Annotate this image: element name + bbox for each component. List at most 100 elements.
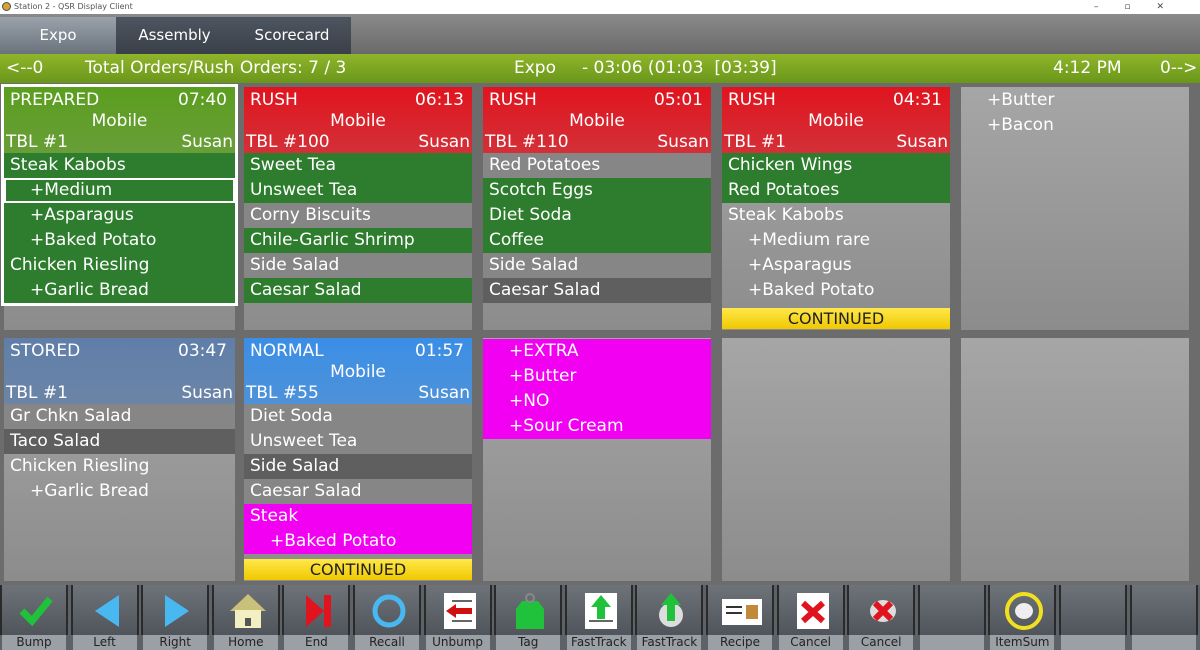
toolbar-button-empty[interactable] [1059, 585, 1127, 650]
modifier-item[interactable]: +Butter [483, 364, 711, 389]
toolbar-button-recipe[interactable]: Recipe [706, 585, 774, 650]
arrow-right-icon [165, 595, 190, 627]
order-type: Mobile [808, 111, 864, 131]
modifier-item[interactable]: +Garlic Bread [4, 278, 235, 303]
next-page-button[interactable]: 0--> [1160, 54, 1197, 83]
order-item[interactable]: Chicken Wings [722, 153, 950, 178]
order-item[interactable]: Side Salad [244, 454, 472, 479]
order-item[interactable]: Diet Soda [483, 203, 711, 228]
order-column[interactable]: +Butter +Bacon [961, 87, 1189, 330]
order-item[interactable]: Chicken Riesling [4, 253, 235, 278]
order-item[interactable]: Caesar Salad [483, 278, 711, 303]
order-item[interactable]: Chile-Garlic Shrimp [244, 228, 472, 253]
modifier-item[interactable]: +Asparagus [4, 203, 235, 228]
toolbar-button-end[interactable]: End [282, 585, 351, 650]
order-column[interactable] [722, 338, 950, 581]
order-column[interactable]: RUSH 06:13 Mobile TBL #100 Susan Sweet Tea Uns… [244, 87, 472, 330]
modifier-item[interactable]: +Baked Potato [722, 278, 950, 303]
toolbar-button-label: Recall [355, 635, 419, 650]
order-item[interactable]: Unsweet Tea [244, 178, 472, 203]
order-card[interactable]: RUSH 05:01 Mobile TBL #110 Susan Red Potatoes… [483, 87, 711, 303]
toolbar-button-fasttrack[interactable]: FastTrack [564, 585, 633, 650]
modifier-item[interactable]: +EXTRA [483, 339, 711, 364]
order-item[interactable]: Side Salad [483, 253, 711, 278]
modifier-item[interactable]: +Medium [4, 178, 235, 203]
tab-scorecard[interactable]: Scorecard [233, 17, 351, 54]
order-column[interactable]: NORMAL 01:57 Mobile TBL #55 Susan Diet Soda Un… [244, 338, 472, 581]
order-item[interactable]: Coffee [483, 228, 711, 253]
order-item[interactable]: Gr Chkn Salad [4, 404, 235, 429]
toolbar-button-right[interactable]: Right [141, 585, 210, 650]
order-status: NORMAL [250, 341, 324, 361]
order-column[interactable]: PREPARED 07:40 Mobile TBL #1 Susan Steak Kabo… [1, 84, 238, 330]
order-column[interactable]: RUSH 04:31 Mobile TBL #1 Susan Chicken Wings R… [722, 87, 950, 330]
order-item[interactable]: Caesar Salad [244, 479, 472, 504]
order-item[interactable]: Unsweet Tea [244, 429, 472, 454]
order-card[interactable]: +EXTRA +Butter +NO +Sour Cream [483, 338, 711, 439]
order-column[interactable]: +EXTRA +Butter +NO +Sour Cream [483, 338, 711, 581]
order-item[interactable]: Diet Soda [244, 404, 472, 429]
order-item[interactable]: Red Potatoes [483, 153, 711, 178]
recall-icon [372, 594, 406, 628]
toolbar-button-fasttrack[interactable]: FastTrack [635, 585, 704, 650]
order-column[interactable] [961, 338, 1189, 581]
window-controls[interactable]: –▫✕ [1094, 0, 1190, 14]
tab-assembly[interactable]: Assembly [116, 17, 233, 54]
order-card[interactable]: RUSH 04:31 Mobile TBL #1 Susan Chicken Wings R… [722, 87, 950, 303]
order-type: Mobile [330, 362, 386, 382]
toolbar-button-itemsum[interactable]: ItemSum [988, 585, 1057, 650]
modifier-item[interactable]: +Butter [961, 88, 1189, 113]
modifier-item[interactable]: +Garlic Bread [4, 479, 235, 504]
order-card[interactable]: STORED 03:47 TBL #1 Susan Gr Chkn Salad Taco … [4, 338, 235, 504]
order-column[interactable]: RUSH 05:01 Mobile TBL #110 Susan Red Potatoes… [483, 87, 711, 330]
order-item[interactable]: Chicken Riesling [4, 454, 235, 479]
order-card[interactable]: +Butter +Bacon [961, 87, 1189, 138]
order-item[interactable]: Steak Kabobs [4, 153, 235, 178]
order-timer: 06:13 [415, 90, 464, 110]
order-header: RUSH 06:13 Mobile TBL #100 Susan [244, 87, 472, 153]
prev-page-button[interactable]: <--0 [6, 54, 43, 83]
modifier-item[interactable]: +Baked Potato [244, 529, 472, 554]
order-item[interactable]: Taco Salad [4, 429, 235, 454]
order-timer: 04:31 [893, 90, 942, 110]
order-item[interactable]: Side Salad [244, 253, 472, 278]
toolbar-button-cancel[interactable]: Cancel [776, 585, 845, 650]
toolbar-button-left[interactable]: Left [70, 585, 139, 650]
modifier-item[interactable]: +Sour Cream [483, 414, 711, 439]
toolbar-button-label: Home [213, 635, 278, 650]
check-icon [19, 596, 53, 627]
order-item[interactable]: Sweet Tea [244, 153, 472, 178]
order-item[interactable]: Steak Kabobs [722, 203, 950, 228]
order-server: Susan [418, 132, 470, 152]
modifier-item[interactable]: +Medium rare [722, 228, 950, 253]
tab-expo[interactable]: Expo [0, 17, 116, 54]
order-status: RUSH [250, 90, 298, 110]
order-header: NORMAL 01:57 Mobile TBL #55 Susan [244, 338, 472, 404]
order-type: Mobile [330, 111, 386, 131]
toolbar-button-label: Cancel [849, 635, 914, 650]
order-server: Susan [181, 383, 233, 403]
modifier-item[interactable]: +NO [483, 389, 711, 414]
toolbar-button-tag[interactable]: Tag [494, 585, 563, 650]
order-item[interactable]: Steak [244, 504, 472, 529]
modifier-item[interactable]: +Bacon [961, 113, 1189, 138]
order-item[interactable]: Corny Biscuits [244, 203, 472, 228]
order-item[interactable]: Red Potatoes [722, 178, 950, 203]
order-item[interactable]: Scotch Eggs [483, 178, 711, 203]
order-table: TBL #1 [6, 383, 68, 403]
modifier-item[interactable]: +Asparagus [722, 253, 950, 278]
toolbar: Bump Left Right Home End Recall Unbump Tag FastT… [0, 585, 1200, 650]
order-card[interactable]: PREPARED 07:40 Mobile TBL #1 Susan Steak Kabo… [1, 84, 238, 306]
toolbar-button-unbump[interactable]: Unbump [423, 585, 492, 650]
modifier-item[interactable]: +Baked Potato [4, 228, 235, 253]
order-column[interactable]: STORED 03:47 TBL #1 Susan Gr Chkn Salad Taco … [4, 338, 235, 581]
order-card[interactable]: NORMAL 01:57 Mobile TBL #55 Susan Diet Soda Un… [244, 338, 472, 554]
toolbar-button-bump[interactable]: Bump [0, 585, 68, 650]
order-item[interactable]: Caesar Salad [244, 278, 472, 303]
toolbar-button-recall[interactable]: Recall [353, 585, 421, 650]
toolbar-button-cancel[interactable]: Cancel [847, 585, 916, 650]
order-card[interactable]: RUSH 06:13 Mobile TBL #100 Susan Sweet Tea Uns… [244, 87, 472, 303]
toolbar-button-empty[interactable] [1129, 585, 1198, 650]
toolbar-button-home[interactable]: Home [211, 585, 280, 650]
toolbar-button-empty[interactable] [917, 585, 986, 650]
